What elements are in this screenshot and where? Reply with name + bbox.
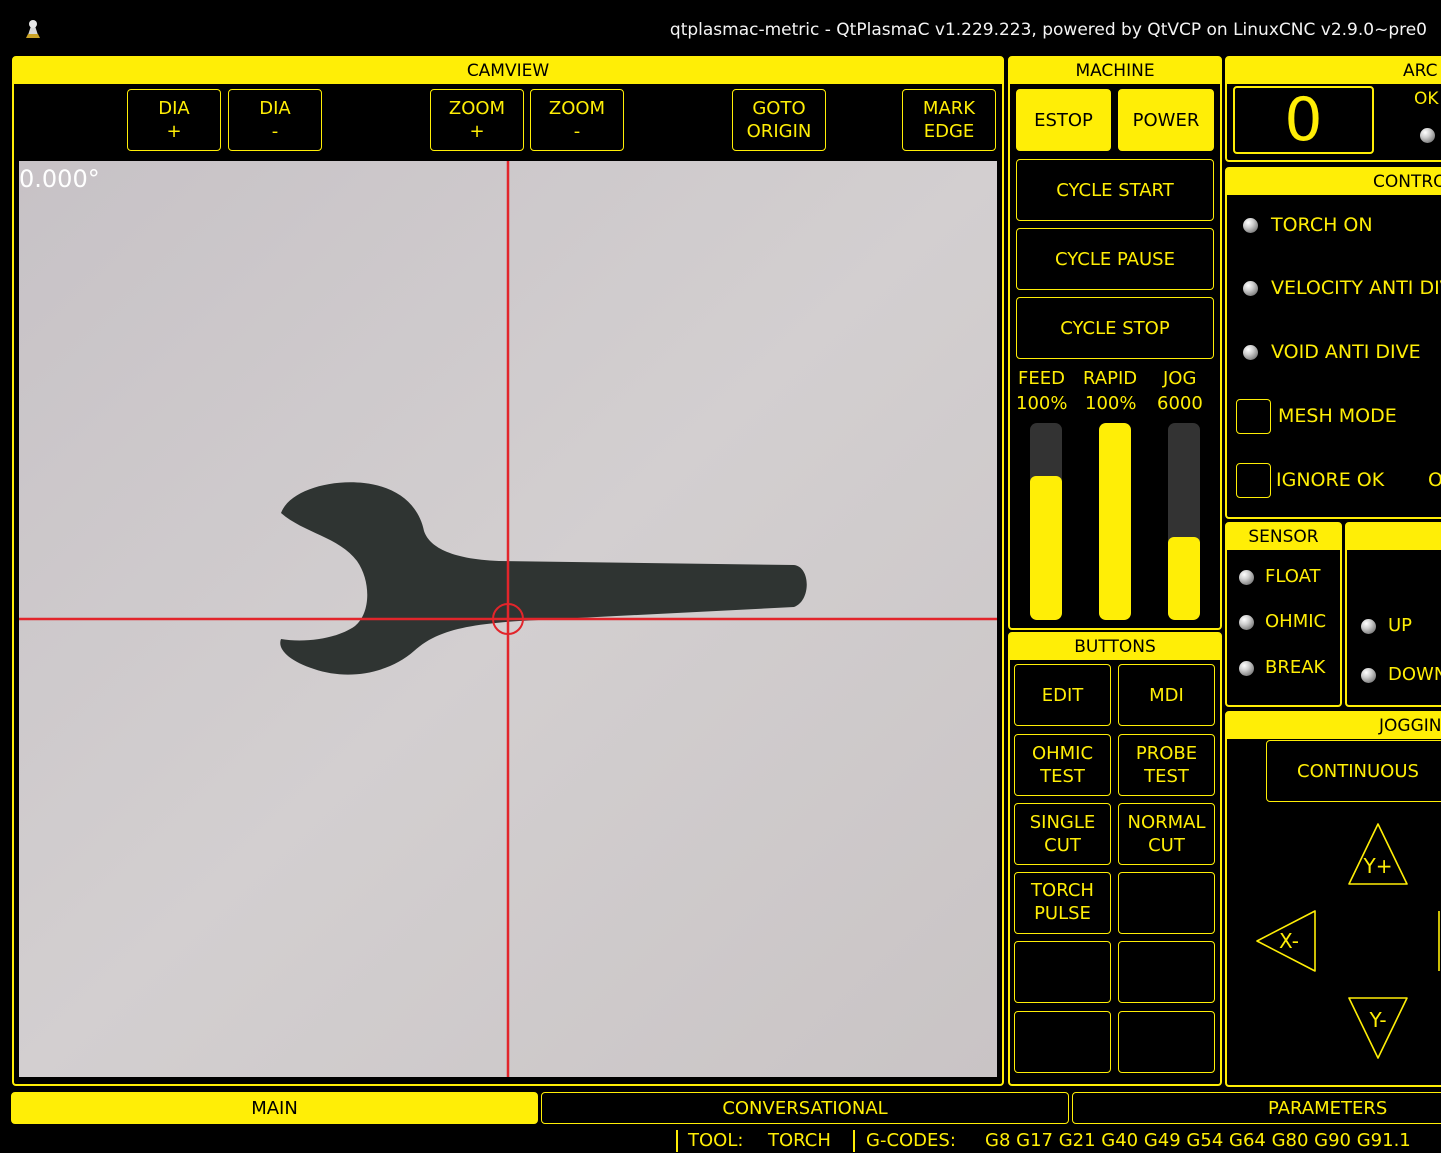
estop-button[interactable]: ESTOP (1016, 89, 1111, 151)
window-title: qtplasmac-metric - QtPlasmaC v1.229.223,… (669, 20, 1427, 40)
linuxcnc-logo-icon (26, 20, 40, 38)
torch-on-label: TORCH ON (1271, 214, 1373, 236)
camview-angle: 0.000° (19, 165, 100, 193)
feed-value: 100% (1016, 393, 1068, 414)
jog-mode-label: CONTINUOUS (1297, 760, 1419, 782)
ignore-ok-checkbox[interactable] (1236, 463, 1271, 498)
torch-on-led (1243, 218, 1258, 233)
cycle-start-button[interactable]: CYCLE START (1016, 159, 1214, 221)
sensor-header: SENSOR (1227, 524, 1340, 550)
torch-pulse-button[interactable]: TORCH PULSE (1014, 872, 1111, 934)
user-button-8[interactable] (1118, 872, 1215, 934)
feed-label: FEED (1018, 368, 1065, 389)
thc-down-led (1361, 668, 1376, 683)
feed-override-slider[interactable] (1030, 423, 1062, 620)
jogging-header: JOGGING (1227, 713, 1441, 739)
jog-y-plus-label: Y+ (1363, 854, 1393, 878)
power-button[interactable]: POWER (1118, 89, 1214, 151)
arc-header: ARC (1227, 58, 1441, 84)
jog-y-minus-button[interactable]: Y- (1346, 994, 1410, 1062)
buttons-header: BUTTONS (1010, 634, 1220, 660)
jog-speed-slider[interactable] (1168, 423, 1200, 620)
mdi-button[interactable]: MDI (1118, 664, 1215, 726)
title-bar: qtplasmac-metric - QtPlasmaC v1.229.223,… (0, 0, 1441, 46)
cycle-stop-button[interactable]: CYCLE STOP (1016, 297, 1214, 359)
tab-main[interactable]: MAIN (11, 1092, 538, 1124)
ohmic-label: OHMIC (1265, 611, 1327, 632)
goto-origin-button[interactable]: GOTO ORIGIN (732, 89, 826, 151)
thc-header (1347, 524, 1441, 550)
control-header: CONTROL (1227, 169, 1441, 195)
right-triangle-icon (1438, 911, 1440, 971)
gcodes-label: G-CODES: (866, 1130, 956, 1151)
arc-voltage-value: 0 (1284, 86, 1323, 154)
status-bar: TOOL: TORCH G-CODES: G8 G17 G21 G40 G49 … (676, 1128, 1441, 1153)
jog-y-plus-button[interactable]: Y+ (1346, 820, 1410, 888)
jog-y-minus-label: Y- (1369, 1008, 1387, 1032)
jog-mode-button[interactable]: CONTINUOUS (1266, 740, 1441, 802)
velocity-anti-dive-label: VELOCITY ANTI DIVE (1271, 277, 1441, 299)
float-label: FLOAT (1265, 566, 1321, 587)
cycle-pause-button[interactable]: CYCLE PAUSE (1016, 228, 1214, 290)
void-anti-dive-led (1243, 345, 1258, 360)
mesh-mode-label: MESH MODE (1278, 405, 1397, 427)
dia-minus-button[interactable]: DIA - (228, 89, 322, 151)
arc-voltage-display: 0 (1233, 86, 1374, 154)
arc-ok-led (1420, 128, 1435, 143)
feed-override-fill (1030, 476, 1062, 620)
single-cut-button[interactable]: SINGLE CUT (1014, 803, 1111, 865)
mesh-mode-checkbox[interactable] (1236, 399, 1271, 434)
user-button-10[interactable] (1118, 941, 1215, 1003)
machine-header: MACHINE (1010, 58, 1220, 84)
ohmic-test-button[interactable]: OHMIC TEST (1014, 734, 1111, 796)
ignore-ok-label: IGNORE OK (1276, 469, 1385, 491)
camera-image (19, 161, 997, 1077)
dia-plus-button[interactable]: DIA + (127, 89, 221, 151)
tab-conversational[interactable]: CONVERSATIONAL (541, 1092, 1069, 1124)
thc-up-label: UP (1388, 615, 1413, 636)
zoom-plus-button[interactable]: ZOOM + (430, 89, 524, 151)
float-led (1239, 570, 1254, 585)
velocity-anti-dive-led (1243, 281, 1258, 296)
jog-speed-fill (1168, 537, 1200, 620)
rapid-override-fill (1099, 423, 1131, 620)
arc-ok-label: OK (1414, 89, 1439, 109)
jog-label: JOG (1163, 368, 1197, 389)
probe-test-button[interactable]: PROBE TEST (1118, 734, 1215, 796)
gcodes-value: G8 G17 G21 G40 G49 G54 G64 G80 G90 G91.1 (985, 1130, 1411, 1151)
edit-button[interactable]: EDIT (1014, 664, 1111, 726)
camera-view[interactable]: 0.000° (19, 161, 997, 1077)
jog-x-minus-label: X- (1279, 929, 1299, 953)
void-anti-dive-label: VOID ANTI DIVE (1271, 341, 1421, 363)
thc-down-label: DOWN (1388, 664, 1441, 685)
jog-value: 6000 (1157, 393, 1203, 414)
jog-x-plus-button[interactable] (1434, 908, 1441, 974)
tab-parameters[interactable]: PARAMETERS (1072, 1092, 1441, 1124)
ohmic-led (1239, 615, 1254, 630)
user-button-12[interactable] (1118, 1011, 1215, 1073)
rapid-value: 100% (1085, 393, 1137, 414)
break-led (1239, 661, 1254, 676)
jog-x-minus-button[interactable]: X- (1253, 908, 1319, 974)
normal-cut-button[interactable]: NORMAL CUT (1118, 803, 1215, 865)
break-label: BREAK (1265, 657, 1326, 678)
zoom-minus-button[interactable]: ZOOM - (530, 89, 624, 151)
user-button-9[interactable] (1014, 941, 1111, 1003)
rapid-label: RAPID (1083, 368, 1138, 389)
camview-header: CAMVIEW (14, 58, 1002, 84)
tool-value: TORCH (768, 1130, 831, 1151)
ohmic-probe-label: O (1428, 469, 1441, 491)
mark-edge-button[interactable]: MARK EDGE (902, 89, 996, 151)
rapid-override-slider[interactable] (1099, 423, 1131, 620)
tool-label: TOOL: (688, 1130, 744, 1151)
thc-up-led (1361, 619, 1376, 634)
user-button-11[interactable] (1014, 1011, 1111, 1073)
